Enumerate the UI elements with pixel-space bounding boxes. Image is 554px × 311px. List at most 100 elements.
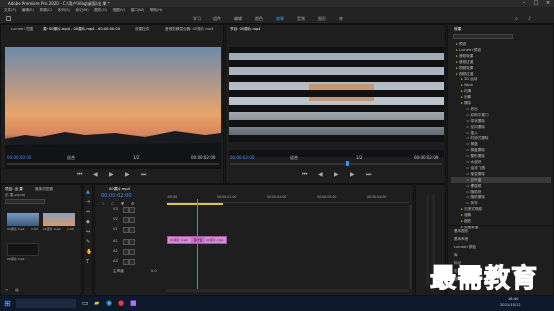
tools-panel: ▲ ⇥ ⇔ ◆ ↔ ✎ ✋ T [83,184,93,296]
effects-tree-label: 时钟式擦除 [470,136,489,141]
program-video-frame[interactable] [229,47,444,169]
selection-tool-icon[interactable]: ▲ [86,189,90,195]
tab-timeline-sequence[interactable]: 00源片.mp4 [109,186,130,192]
program-resolution[interactable]: 1/2 [356,155,362,160]
bell-icon[interactable]: ♪ [528,16,531,22]
slip-tool-icon[interactable]: ↔ [86,229,90,235]
v1-eye-icon[interactable] [129,227,135,233]
snap-icon[interactable]: ⊃ [101,201,104,206]
rewind-icon[interactable]: ◀ [93,171,98,179]
tab-audio-clip-mixer[interactable]: 音频剪辑混合器: 00源片.mp4 [165,26,213,32]
program-step-back-icon[interactable]: ⏮ [302,171,307,179]
program-rewind-icon[interactable]: ◀ [318,171,323,179]
workspace-effects[interactable]: 效果 [276,13,284,24]
program-play-icon[interactable]: ▶ [334,171,339,179]
razor-tool-icon[interactable]: ◆ [86,219,90,225]
track-v1[interactable]: V1 [113,227,118,231]
edge-icon[interactable]: ◉ [106,299,112,307]
panel-essential-sound[interactable]: 基本声音 [454,236,468,243]
close-button[interactable]: × [542,0,554,7]
timeline-timecode[interactable]: 00:00:02:00 [101,193,132,199]
workspace-color[interactable]: 颜色 [255,13,263,24]
play-icon[interactable]: ▶ [109,171,114,179]
tab-project[interactable]: 项目: 出 果 [5,186,23,192]
timeline-ruler[interactable]: :00:00 00:00:01:00 00:00:02:00 00:00:03:… [167,193,409,203]
track-a3[interactable]: A3 [113,259,118,263]
step-back-icon[interactable]: ⏮ [77,171,82,179]
type-tool-icon[interactable]: T [86,259,89,265]
windows-start-icon[interactable]: ⊞ [4,299,11,308]
browser-icon[interactable]: ● [118,299,124,307]
workspace-learn[interactable]: 学习 [193,13,201,24]
a1-solo-icon[interactable] [129,239,135,245]
linked-selection-icon[interactable]: ⊂ [111,201,114,206]
project-thumb-3[interactable] [7,243,39,256]
workspace-libraries[interactable]: 库 [339,13,343,24]
v3-eye-icon[interactable] [129,207,135,213]
forward-icon[interactable]: ▶ [125,171,130,179]
workspace-graphics[interactable]: 图形 [318,13,326,24]
track-v3[interactable]: V3 [113,207,118,211]
tab-media-browser[interactable]: 媒体浏览器 [35,186,53,192]
source-duration: 00:00:02:09 [191,155,216,160]
source-monitor-panel: Lumetri 范围 源: 00源片.mp4 - 00源片.mp4 - 00:0… [0,24,224,184]
tab-effect-controls[interactable]: 效果控件 [135,26,149,32]
ripple-tool-icon[interactable]: ⇔ [86,209,90,215]
project-thumb-2[interactable] [43,213,75,226]
workspace-editing[interactable]: 编辑 [234,13,242,24]
a3-solo-icon[interactable] [129,259,135,265]
timeline-vscroll[interactable] [409,205,412,289]
pen-tool-icon[interactable]: ✎ [86,239,90,245]
home-icon[interactable] [6,16,11,21]
track-select-tool-icon[interactable]: ⇥ [86,199,90,205]
source-scrubber[interactable] [7,163,219,165]
project-thumb-1[interactable] [7,213,39,226]
tab-source[interactable]: 源: 00源片.mp4 - 00源片.mp4 - 00:00:00:00 [43,26,120,32]
effects-tree-label: 渐变擦除 [470,171,485,176]
program-forward-icon[interactable]: ▶ [350,171,355,179]
v2-eye-icon[interactable] [129,217,135,223]
project-search-input[interactable] [5,199,45,204]
file-explorer-icon[interactable]: ▰ [94,299,99,307]
workspace-audio[interactable]: 音频 [297,13,305,24]
master-volume-value[interactable]: 0.0 [151,269,157,273]
task-view-icon[interactable]: ▭ [82,299,89,307]
transition-blinds[interactable]: 百叶窗 [191,237,205,243]
icon-view-icon[interactable]: ▦ [15,287,19,292]
minimize-button[interactable]: – [518,0,530,7]
source-video-frame[interactable] [5,47,221,169]
timeline-hscroll[interactable] [167,289,409,292]
track-v2[interactable]: V2 [113,217,118,221]
source-timecode[interactable]: 00:00:00:00 [7,155,31,160]
step-forward-icon[interactable]: ⏭ [141,171,146,179]
effects-tree-label: Lumetri 预设 [458,47,482,52]
track-a2[interactable]: A2 [113,249,118,253]
effects-title: 效果 [454,27,462,31]
effects-search-input[interactable] [453,34,513,39]
a2-solo-icon[interactable] [129,249,135,255]
list-view-icon[interactable]: ≡ [5,287,8,292]
program-playhead[interactable] [346,161,349,166]
wrench-icon[interactable]: ⚙ [131,201,135,206]
program-timecode[interactable]: 00:00:02:00 [230,155,254,160]
panel-libraries[interactable]: 库 [454,252,458,259]
panel-lumetri-color[interactable]: Lumetri 颜色 [454,244,476,251]
track-a1[interactable]: A1 [113,239,118,243]
source-fit-select[interactable]: 适合 [67,155,75,161]
taskbar-search-input[interactable] [16,299,76,308]
premiere-pro-icon[interactable]: ■ [130,299,137,307]
program-fit-select[interactable]: 适合 [290,155,298,161]
workspace-assembly[interactable]: 组件 [213,13,221,24]
tab-program[interactable]: 节目: 00源片.mp4 [230,26,261,32]
timeline-playhead[interactable] [197,199,198,291]
program-step-forward-icon[interactable]: ⏭ [366,171,371,179]
tab-lumetri-scopes[interactable]: Lumetri 范围 [11,26,33,32]
program-scrubber[interactable] [230,163,442,165]
add-marker-icon[interactable]: ▼ [121,201,124,206]
search-icon[interactable]: ⌕ [515,16,518,22]
work-area-bar[interactable] [167,203,223,205]
hand-tool-icon[interactable]: ✋ [86,249,92,255]
maximize-button[interactable]: □ [530,0,542,7]
source-resolution[interactable]: 1/2 [133,155,139,160]
panel-essential-graphics[interactable]: 基本图形 [454,228,468,235]
